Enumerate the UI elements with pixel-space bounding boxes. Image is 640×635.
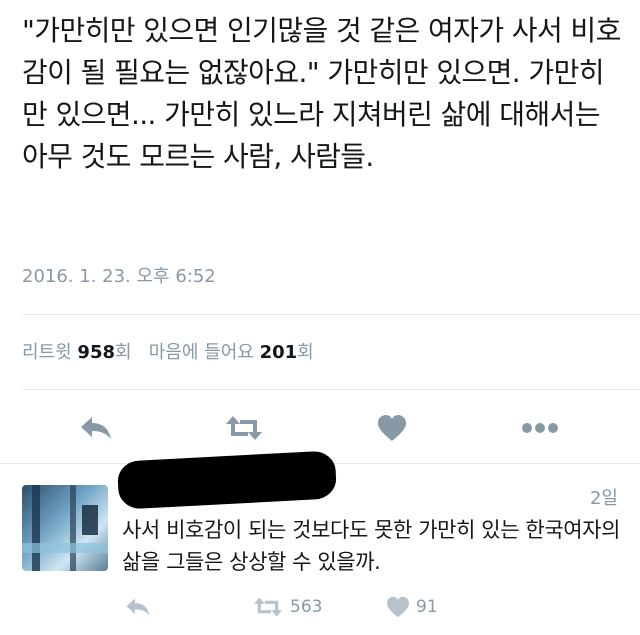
reply-action-bar: 563 91 [0, 592, 640, 622]
reply-retweet-count: 563 [290, 597, 323, 617]
like-stat-unit: 회 [297, 342, 314, 363]
reply-arrow-icon [81, 417, 111, 439]
avatar[interactable] [22, 485, 108, 571]
divider [22, 389, 640, 390]
tweet-timestamp[interactable]: 2016. 1. 23. 오후 6:52 [22, 262, 216, 288]
reply-arrow-icon [126, 598, 150, 616]
like-stat-count[interactable]: 201 [260, 342, 298, 363]
retweet-stat-unit: 회 [115, 342, 132, 363]
reply-tweet[interactable]: 백은택 2일 사서 비호감이 되는 것보다도 못한 가만히 있는 한국여자의 삶… [0, 450, 640, 635]
like-button[interactable] [372, 408, 412, 448]
divider [22, 314, 640, 315]
more-dots-icon [522, 423, 558, 433]
tweet-stats: 리트윗 958회 마음에 들어요 201회 [22, 338, 314, 364]
heart-icon [387, 596, 409, 618]
reply-button[interactable] [76, 408, 116, 448]
tweet-action-bar [0, 408, 640, 448]
retweet-stat-count[interactable]: 958 [77, 342, 115, 363]
heart-icon [378, 415, 406, 441]
retweet-icon [253, 597, 283, 617]
reply-like-count: 91 [416, 597, 438, 617]
retweet-stat-label: 리트윗 [22, 342, 72, 363]
retweet-button[interactable] [224, 408, 264, 448]
reply-reply-button[interactable] [124, 592, 152, 622]
reply-retweet-button[interactable]: 563 [252, 592, 322, 622]
like-stat-label: 마음에 들어요 [148, 342, 254, 363]
retweet-icon [226, 416, 262, 440]
redaction-mark [116, 450, 338, 510]
reply-like-button[interactable]: 91 [386, 592, 438, 622]
tweet-text: "가만히만 있으면 인기많을 것 같은 여자가 사서 비호감이 될 필요는 없잖… [22, 14, 621, 173]
reply-text: 사서 비호감이 되는 것보다도 못한 가만히 있는 한국여자의 삶을 그들은 상… [122, 518, 621, 574]
reply-time: 2일 [589, 488, 618, 509]
more-button[interactable] [520, 408, 560, 448]
